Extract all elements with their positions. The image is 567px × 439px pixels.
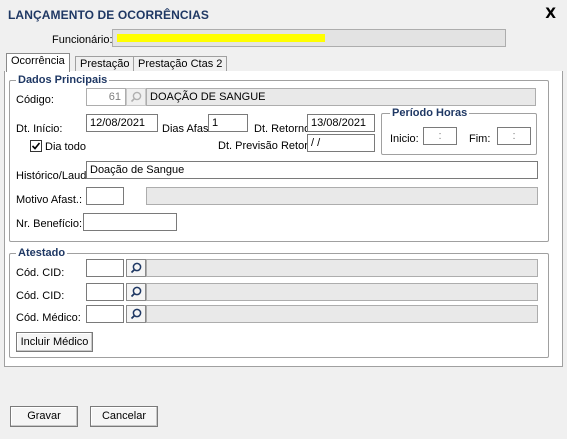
dados-principais-title: Dados Principais bbox=[16, 74, 110, 86]
incluir-medico-label: Incluir Médico bbox=[20, 336, 89, 348]
cid1-search-button[interactable] bbox=[126, 259, 146, 277]
dt-prev-retorno-input[interactable]: / / bbox=[307, 134, 375, 152]
dias-afast-label: Dias Afast. bbox=[162, 123, 215, 135]
motivo-afast-input[interactable] bbox=[86, 187, 124, 205]
cid2-label: Cód. CID: bbox=[16, 290, 65, 302]
inicio-label: Inicio: bbox=[390, 133, 419, 145]
gravar-button[interactable]: Gravar bbox=[10, 406, 78, 427]
checkmark-icon bbox=[31, 142, 41, 150]
funcionario-field[interactable] bbox=[112, 29, 506, 47]
close-button[interactable]: X bbox=[545, 6, 556, 22]
dt-retorno-input[interactable]: 13/08/2021 bbox=[307, 114, 375, 132]
nr-beneficio-label: Nr. Benefício: bbox=[16, 218, 83, 230]
dia-todo-checkbox[interactable] bbox=[30, 140, 42, 152]
cid1-label: Cód. CID: bbox=[16, 267, 65, 279]
window-title: LANÇAMENTO DE OCORRÊNCIAS bbox=[8, 8, 209, 22]
historico-input[interactable]: Doação de Sangue bbox=[86, 161, 538, 179]
fim-label: Fim: bbox=[469, 133, 491, 145]
cid2-search-button[interactable] bbox=[126, 283, 146, 301]
incluir-medico-button[interactable]: Incluir Médico bbox=[16, 332, 93, 352]
codigo-input[interactable]: 61 bbox=[86, 88, 126, 106]
cid1-description bbox=[146, 259, 538, 277]
codigo-label: Código: bbox=[16, 94, 54, 106]
funcionario-highlight bbox=[117, 34, 325, 42]
dia-todo-label: Dia todo bbox=[45, 141, 86, 153]
search-icon bbox=[130, 286, 142, 298]
search-icon bbox=[130, 262, 142, 274]
historico-label: Histórico/Laudo: bbox=[16, 170, 96, 182]
nr-beneficio-input[interactable] bbox=[83, 213, 177, 231]
tab-ocorrencia[interactable]: Ocorrência bbox=[6, 53, 70, 72]
search-icon bbox=[130, 91, 142, 103]
codigo-description: DOAÇÃO DE SANGUE bbox=[146, 88, 536, 106]
cid2-description bbox=[146, 283, 538, 301]
funcionario-label: Funcionário: bbox=[52, 34, 113, 46]
dt-inicio-input[interactable]: 12/08/2021 bbox=[86, 114, 158, 132]
cancelar-label: Cancelar bbox=[101, 410, 147, 422]
motivo-afast-description bbox=[146, 187, 538, 205]
cid2-input[interactable] bbox=[86, 283, 124, 301]
search-icon bbox=[130, 308, 142, 320]
dt-inicio-label: Dt. Início: bbox=[16, 123, 63, 135]
motivo-afast-label: Motivo Afast.: bbox=[16, 194, 83, 206]
cancelar-button[interactable]: Cancelar bbox=[90, 406, 158, 427]
codigo-search-button[interactable] bbox=[126, 88, 146, 106]
atestado-title: Atestado bbox=[16, 247, 68, 259]
medico-label: Cód. Médico: bbox=[16, 312, 81, 324]
dias-afast-input[interactable]: 1 bbox=[208, 114, 248, 132]
gravar-label: Gravar bbox=[27, 410, 61, 422]
medico-input[interactable] bbox=[86, 305, 124, 323]
inicio-hora-input[interactable]: : bbox=[423, 127, 457, 145]
fim-hora-input[interactable]: : bbox=[497, 127, 531, 145]
medico-search-button[interactable] bbox=[126, 305, 146, 323]
cid1-input[interactable] bbox=[86, 259, 124, 277]
dt-retorno-label: Dt. Retorno: bbox=[254, 123, 314, 135]
periodo-horas-title: Período Horas bbox=[390, 107, 470, 119]
medico-description bbox=[146, 305, 538, 323]
